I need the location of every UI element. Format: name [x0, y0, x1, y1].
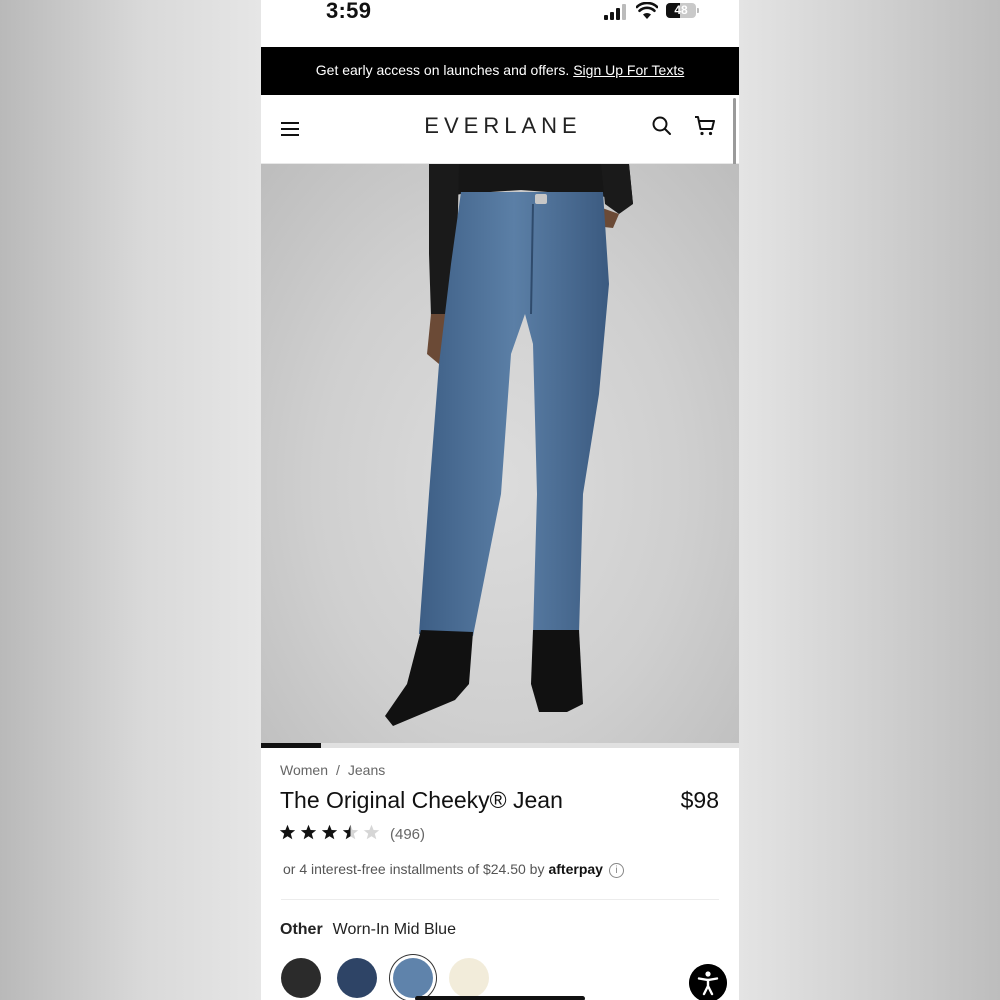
signup-texts-link[interactable]: Sign Up For Texts: [573, 62, 684, 78]
color-swatch-dark-blue[interactable]: [337, 958, 377, 998]
review-count[interactable]: (496): [390, 826, 425, 843]
home-indicator[interactable]: [415, 996, 585, 1000]
color-selector-label: Other Worn-In Mid Blue: [280, 921, 456, 939]
gallery-progress-indicator: [261, 743, 321, 748]
status-time: 3:59: [326, 0, 372, 23]
section-divider: [281, 899, 719, 900]
star-icon: [363, 824, 380, 840]
status-bar: 3:59 48: [261, 0, 739, 46]
top-navigation: EVERLANE: [261, 95, 739, 164]
afterpay-info: or 4 interest-free installments of $24.5…: [283, 861, 624, 878]
breadcrumb: Women / Jeans: [280, 762, 385, 778]
breadcrumb-women[interactable]: Women: [280, 762, 328, 778]
gallery-progress-track: [261, 743, 739, 748]
color-swatch-black[interactable]: [281, 958, 321, 998]
star-icon: [321, 824, 338, 840]
wifi-icon: [636, 2, 658, 19]
model-jeans-illustration: [385, 164, 633, 726]
breadcrumb-jeans[interactable]: Jeans: [348, 762, 385, 778]
afterpay-logo: afterpay: [548, 861, 603, 877]
afterpay-text: or 4 interest-free installments of $24.5…: [283, 861, 545, 877]
background-left: [0, 0, 261, 1000]
phone-screen: 3:59 48 Get early access on launches and…: [261, 0, 739, 1000]
signal-icon: [604, 4, 626, 20]
star-icon: [342, 824, 359, 840]
product-image[interactable]: [261, 164, 739, 744]
product-price: $98: [680, 787, 719, 813]
cart-icon[interactable]: [693, 114, 717, 138]
breadcrumb-separator: /: [335, 762, 340, 778]
promo-banner: Get early access on launches and offers.…: [261, 47, 739, 95]
info-icon[interactable]: i: [608, 863, 624, 878]
star-icon: [300, 824, 317, 840]
selected-color-name: Worn-In Mid Blue: [332, 921, 456, 938]
battery-icon: 48: [666, 3, 696, 18]
color-category: Other: [280, 921, 323, 938]
search-icon[interactable]: [651, 115, 673, 137]
accessibility-icon[interactable]: [689, 964, 727, 1000]
product-title: The Original Cheeky® Jean: [280, 787, 563, 813]
battery-nub: [697, 8, 699, 13]
battery-level: 48: [674, 3, 688, 17]
background-right: [739, 0, 1000, 1000]
rating-stars[interactable]: [279, 824, 380, 841]
color-swatch-ecru[interactable]: [449, 958, 489, 998]
color-swatch-worn-in-mid-blue[interactable]: [393, 958, 433, 998]
promo-text: Get early access on launches and offers.: [315, 62, 570, 78]
star-icon: [279, 824, 296, 840]
